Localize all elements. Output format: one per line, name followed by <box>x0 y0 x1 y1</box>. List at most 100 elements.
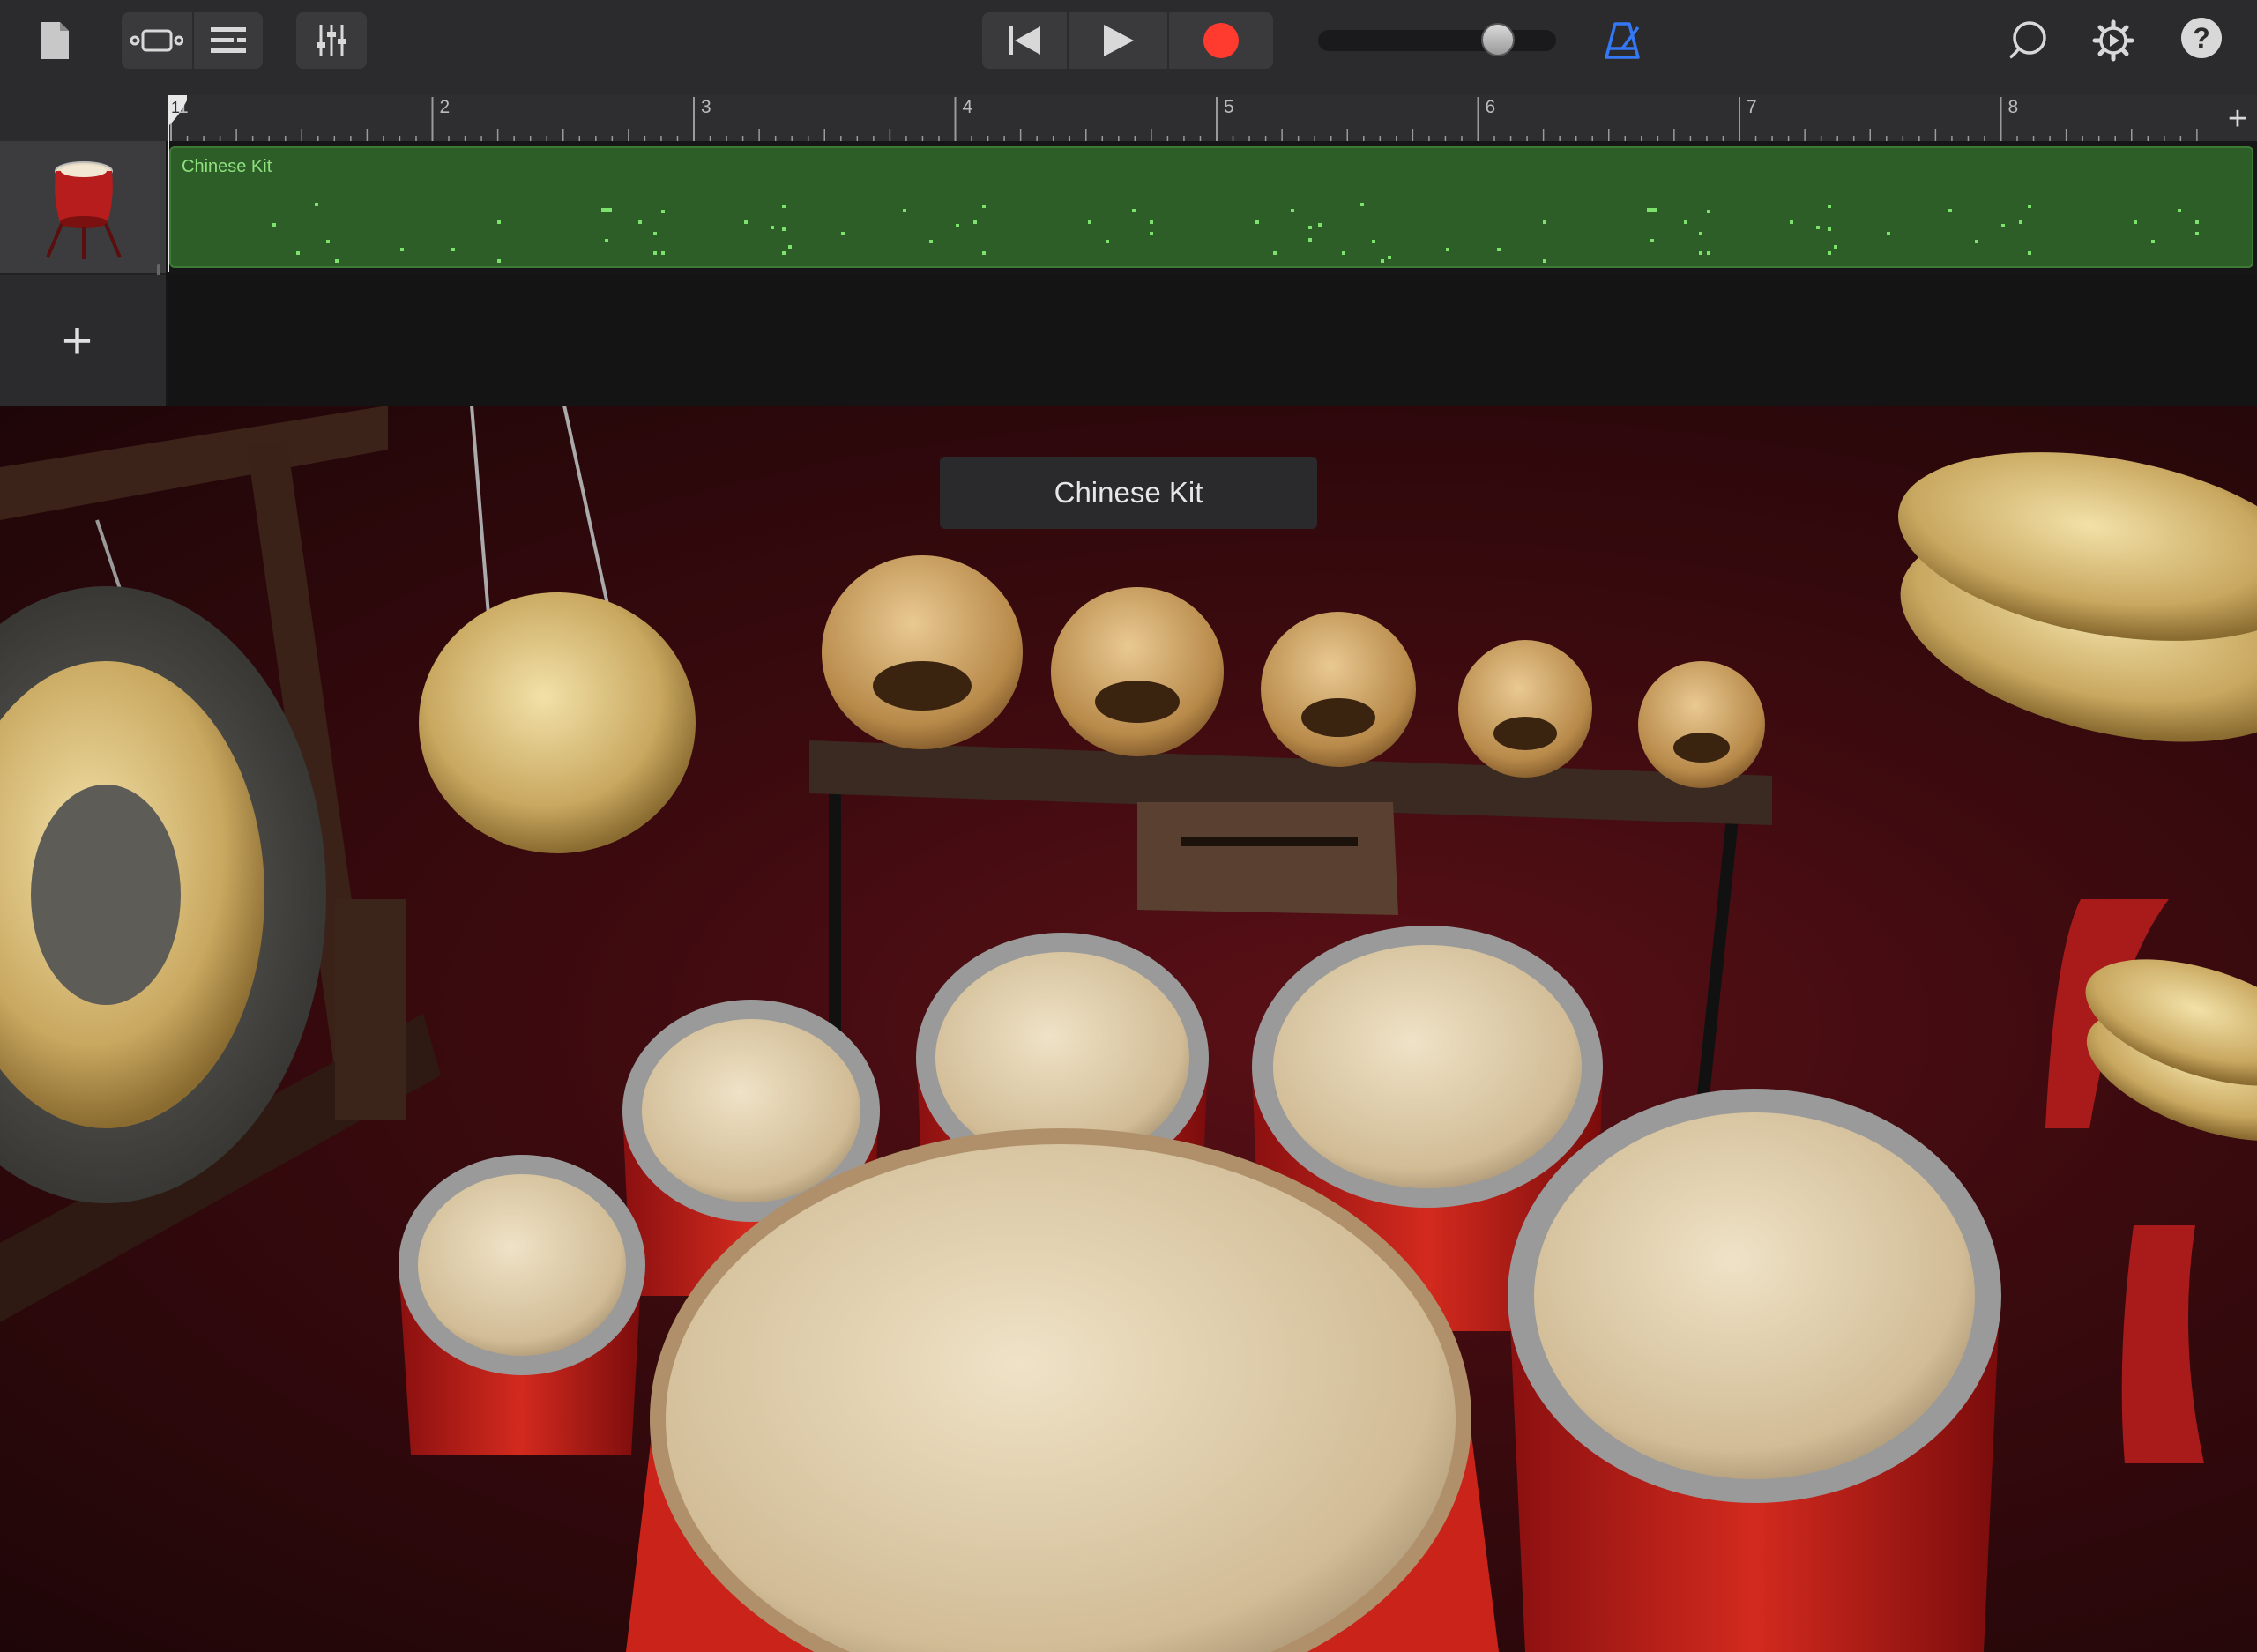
midi-note <box>400 248 404 251</box>
small-cymbals-pad[interactable] <box>2070 934 2257 1463</box>
wood-block-4-pad[interactable] <box>1458 640 1592 778</box>
midi-note <box>1150 232 1153 235</box>
midi-note <box>1543 259 1546 263</box>
midi-note <box>841 232 845 235</box>
midi-note <box>2195 220 2199 224</box>
midi-note <box>653 251 657 255</box>
midi-note <box>788 245 792 249</box>
midi-note <box>1834 245 1837 249</box>
master-volume-slider[interactable] <box>1318 30 1556 51</box>
midi-note <box>2134 220 2137 224</box>
midi-note <box>1828 205 1831 208</box>
midi-note <box>1707 251 1710 255</box>
midi-note <box>1273 251 1277 255</box>
midi-note <box>929 240 933 243</box>
help-label: ? <box>2193 21 2210 54</box>
midi-note <box>2195 232 2199 235</box>
midi-note <box>982 205 986 208</box>
wood-block-5-pad[interactable] <box>1638 661 1765 788</box>
wood-block-1-pad[interactable] <box>822 555 1023 749</box>
midi-note <box>605 239 608 242</box>
midi-note <box>451 248 455 251</box>
midi-note <box>497 259 501 263</box>
help-button[interactable]: ? <box>2181 18 2222 58</box>
midi-note <box>335 259 339 263</box>
midi-note <box>601 208 612 212</box>
settings-icon <box>2092 19 2134 62</box>
midi-note <box>1308 226 1312 229</box>
record-icon <box>1203 23 1239 58</box>
settings-button[interactable] <box>2088 16 2139 65</box>
midi-note <box>1497 248 1501 251</box>
midi-note <box>497 220 501 224</box>
midi-note <box>1650 239 1654 242</box>
tracks-view-button[interactable] <box>122 12 192 69</box>
slit-drum-pad[interactable] <box>1137 802 1398 915</box>
track-header-chinese-kit[interactable] <box>0 141 166 275</box>
add-section-button[interactable]: + <box>2218 95 2257 143</box>
midi-note <box>1106 240 1109 243</box>
bar-number-7: 7 <box>1747 97 1757 117</box>
midi-note <box>782 205 786 208</box>
playhead-handle[interactable]: 1 <box>168 95 190 125</box>
midi-note <box>2028 251 2031 255</box>
midi-note <box>956 224 959 227</box>
list-view-button[interactable] <box>194 12 263 69</box>
midi-note <box>982 251 986 255</box>
wood-block-2-pad[interactable] <box>1051 587 1224 756</box>
midi-note <box>1684 220 1687 224</box>
midi-note <box>661 210 665 213</box>
midi-note <box>1381 259 1384 263</box>
rewind-icon <box>1009 26 1040 55</box>
rewind-button[interactable] <box>982 12 1067 69</box>
play-button[interactable] <box>1069 12 1167 69</box>
midi-note <box>1132 209 1136 212</box>
small-gong-pad[interactable] <box>419 406 696 853</box>
empty-track-lane[interactable] <box>168 275 2257 406</box>
midi-note <box>2178 209 2181 212</box>
midi-note <box>1647 208 1657 212</box>
drum-track-icon <box>46 161 122 259</box>
tom-1-pad[interactable] <box>399 1155 645 1455</box>
kit-artwork <box>0 406 2257 1652</box>
list-view-icon <box>211 27 246 53</box>
bar-number-3: 3 <box>701 97 711 117</box>
instrument-name-button[interactable]: Chinese Kit <box>940 457 1317 529</box>
midi-note <box>1388 256 1391 259</box>
view-toggle-group <box>122 12 263 69</box>
record-button[interactable] <box>1169 12 1273 69</box>
midi-note <box>326 240 330 243</box>
ruler-ticks <box>170 97 2198 143</box>
midi-note <box>1790 220 1793 224</box>
my-songs-button[interactable] <box>34 16 76 65</box>
midi-note <box>1975 240 1978 243</box>
wood-block-3-pad[interactable] <box>1261 612 1416 767</box>
midi-note <box>1948 209 1952 212</box>
metronome-button[interactable] <box>1598 16 1647 65</box>
timeline-ruler[interactable]: 1 2 3 4 5 6 7 8 + <box>168 95 2257 143</box>
mixer-button[interactable] <box>296 12 367 69</box>
tom-5-pad[interactable] <box>1508 1089 2001 1652</box>
midi-note <box>744 220 748 224</box>
midi-note <box>1816 226 1820 229</box>
add-track-button[interactable]: + <box>0 275 166 406</box>
midi-note <box>272 223 276 227</box>
region-chinese-kit[interactable]: Chinese Kit <box>169 146 2253 268</box>
midi-note <box>1372 240 1375 243</box>
play-icon <box>1104 25 1134 56</box>
midi-note <box>782 251 786 255</box>
plus-icon: + <box>62 311 93 370</box>
volume-slider-knob[interactable] <box>1480 23 1515 56</box>
toolbar: ? <box>0 0 2257 95</box>
loop-browser-button[interactable] <box>2003 16 2054 65</box>
midi-note <box>1088 220 1091 224</box>
midi-note <box>315 203 318 206</box>
midi-note <box>1255 220 1259 224</box>
loop-icon <box>2009 21 2046 59</box>
drum-kit-stage: Chinese Kit <box>0 406 2257 1652</box>
bar-number-6: 6 <box>1485 97 1496 117</box>
midi-note <box>1543 220 1546 224</box>
region-midi-notes <box>272 203 2199 263</box>
midi-note <box>1887 232 1890 235</box>
midi-note <box>903 209 906 212</box>
